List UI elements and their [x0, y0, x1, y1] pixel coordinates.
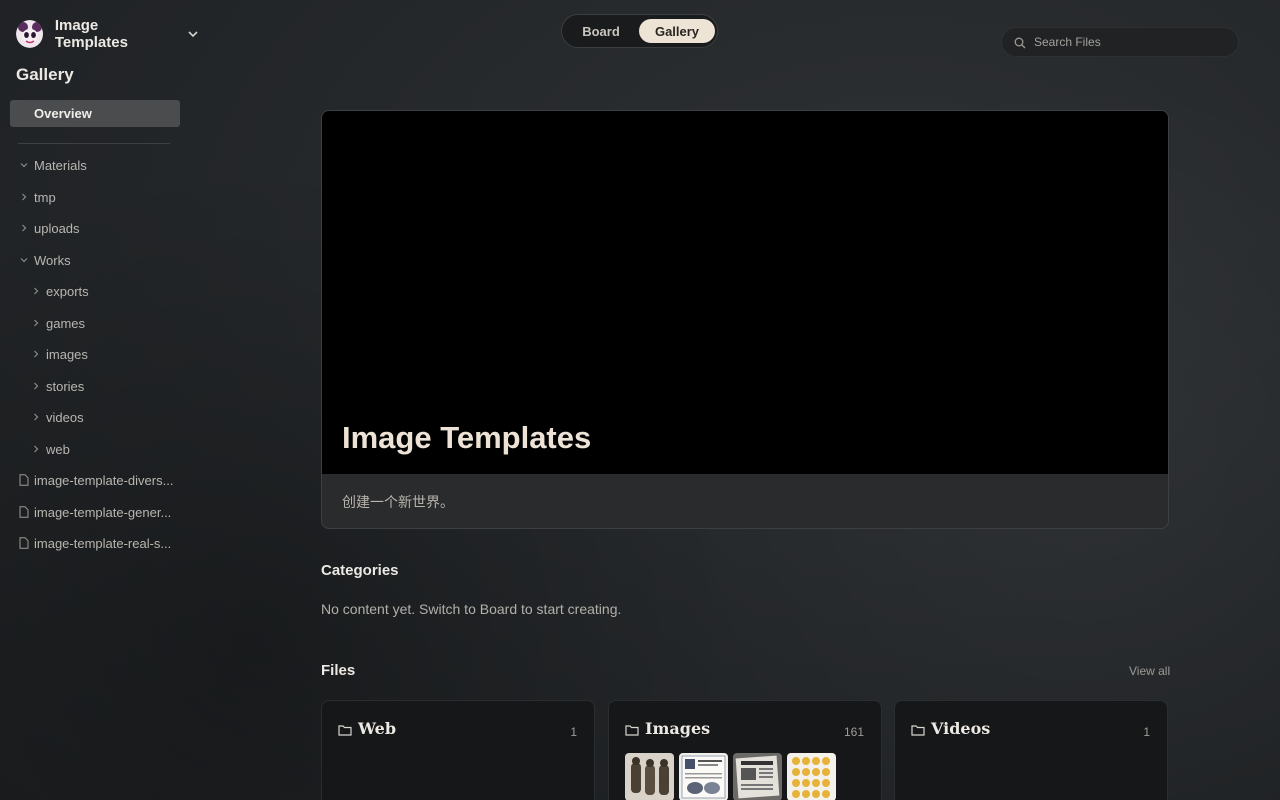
view-toggle: Board Gallery [561, 14, 718, 48]
thumbnail-character-sheet[interactable] [625, 753, 674, 800]
sidebar-item-label: images [46, 346, 88, 362]
files-title: Files [321, 662, 356, 679]
chevron-down-icon[interactable] [187, 27, 200, 41]
search-icon [1014, 36, 1026, 49]
chevron-right-icon[interactable] [30, 443, 42, 455]
file-icon[interactable] [18, 537, 30, 549]
sidebar-item-label: videos [46, 409, 84, 425]
search-box[interactable] [1001, 27, 1239, 57]
sidebar-folder-item[interactable]: games [30, 313, 85, 333]
sidebar-item-label: Works [34, 252, 71, 268]
sidebar-item-label: tmp [34, 189, 56, 205]
categories-title: Categories [321, 562, 399, 579]
sidebar-folder-item[interactable]: stories [30, 376, 84, 396]
sidebar-item-label: exports [46, 283, 89, 299]
search-input[interactable] [1034, 35, 1224, 49]
folder-card-web[interactable]: Web 1 [321, 700, 595, 800]
sidebar-item-label: web [46, 441, 70, 457]
folder-card-name: Images [645, 719, 711, 738]
chevron-down-icon[interactable] [18, 159, 30, 171]
sidebar-folder-item[interactable]: web [30, 439, 70, 459]
sidebar-folder-item[interactable]: tmp [18, 187, 56, 207]
view-all-link[interactable]: View all [1129, 664, 1170, 678]
board-toggle-button[interactable]: Board [568, 19, 634, 43]
sidebar-file-item[interactable]: image-template-gener... [18, 502, 171, 522]
gallery-toggle-button[interactable]: Gallery [639, 19, 715, 43]
hero-subtitle: 创建一个新世界。 [342, 494, 454, 510]
sidebar-divider [18, 143, 170, 144]
chevron-right-icon[interactable] [30, 411, 42, 423]
sidebar-folder-item[interactable]: exports [30, 281, 89, 301]
categories-empty-text: No content yet. Switch to Board to start… [321, 601, 622, 617]
sidebar-item-label: Materials [34, 157, 87, 173]
brand-logo-icon [16, 20, 43, 48]
chevron-right-icon[interactable] [30, 348, 42, 360]
hero-cover-image: Image Templates [322, 111, 1168, 474]
sidebar-item-label: games [46, 315, 86, 331]
folder-card-videos[interactable]: Videos 1 [894, 700, 1168, 800]
sidebar-folder-item[interactable]: Materials [18, 155, 87, 175]
chevron-right-icon[interactable] [30, 380, 42, 392]
sidebar-item-label: image-template-divers... [34, 472, 174, 488]
folder-icon [911, 723, 925, 736]
sidebar-folder-item[interactable]: uploads [18, 218, 80, 238]
folder-card-images[interactable]: Images 161 [608, 700, 882, 800]
file-icon[interactable] [18, 474, 30, 486]
chevron-right-icon[interactable] [30, 285, 42, 297]
folder-icon [338, 723, 352, 736]
folder-card-name: Videos [931, 719, 991, 738]
workspace-title: Image Templates [54, 17, 128, 51]
sidebar-folder-item[interactable]: videos [30, 407, 84, 427]
sidebar-file-item[interactable]: image-template-divers... [18, 470, 173, 490]
thumbnail-newspaper[interactable] [733, 753, 782, 800]
chevron-right-icon[interactable] [30, 317, 42, 329]
folder-thumbnails [625, 753, 836, 800]
thumbnail-emoji-grid[interactable] [787, 753, 836, 800]
sidebar-item-label: image-template-gener... [34, 504, 172, 520]
sidebar-item-label: image-template-real-s... [34, 535, 172, 551]
thumbnail-document-card[interactable] [679, 753, 728, 800]
folder-icon [625, 723, 639, 736]
chevron-right-icon[interactable] [18, 191, 30, 203]
chevron-right-icon[interactable] [18, 222, 30, 234]
sidebar: Image Templates Gallery Overview Materia… [0, 0, 200, 800]
sidebar-file-item[interactable]: image-template-real-s... [18, 533, 171, 553]
sidebar-item-label: stories [46, 378, 85, 394]
sidebar-folder-item[interactable]: images [30, 344, 88, 364]
workspace-switcher[interactable]: Image Templates [16, 17, 200, 51]
folder-card-count: 161 [843, 725, 864, 739]
chevron-down-icon[interactable] [18, 254, 30, 266]
folder-card-name: Web [358, 719, 397, 738]
file-icon[interactable] [18, 506, 30, 518]
sidebar-item-label: uploads [34, 220, 80, 236]
folder-card-count: 1 [570, 725, 577, 739]
folder-card-count: 1 [1143, 725, 1150, 739]
hero-title: Image Templates [342, 420, 592, 455]
hero-card: Image Templates 创建一个新世界。 [321, 110, 1169, 529]
sidebar-folder-item[interactable]: Works [18, 250, 71, 270]
sidebar-item-overview[interactable]: Overview [10, 100, 180, 127]
sidebar-heading: Gallery [16, 65, 74, 84]
